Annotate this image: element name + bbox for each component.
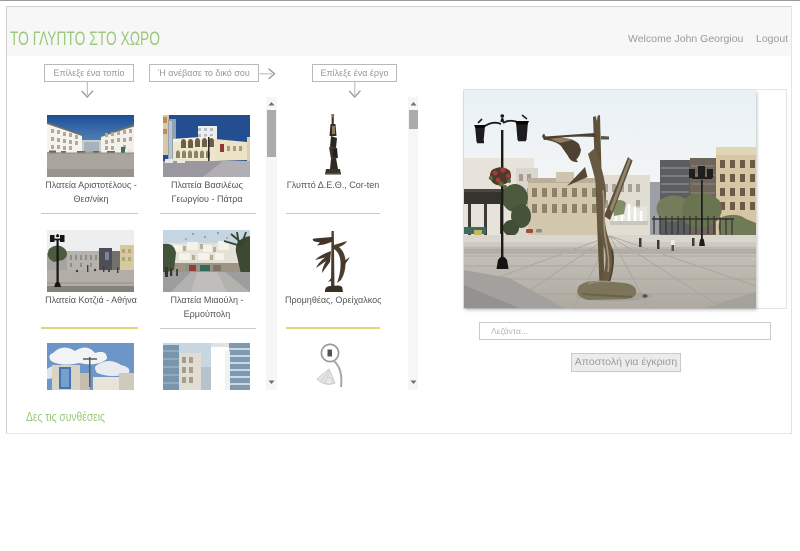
svg-text:Δες τις συνθέσεις: Δες τις συνθέσεις [26,409,105,424]
svg-text:ΤΟ ΓΛΥΠΤΟ ΣΤΟ ΧΩΡΟ: ΤΟ ΓΛΥΠΤΟ ΣΤΟ ΧΩΡΟ [10,29,160,50]
